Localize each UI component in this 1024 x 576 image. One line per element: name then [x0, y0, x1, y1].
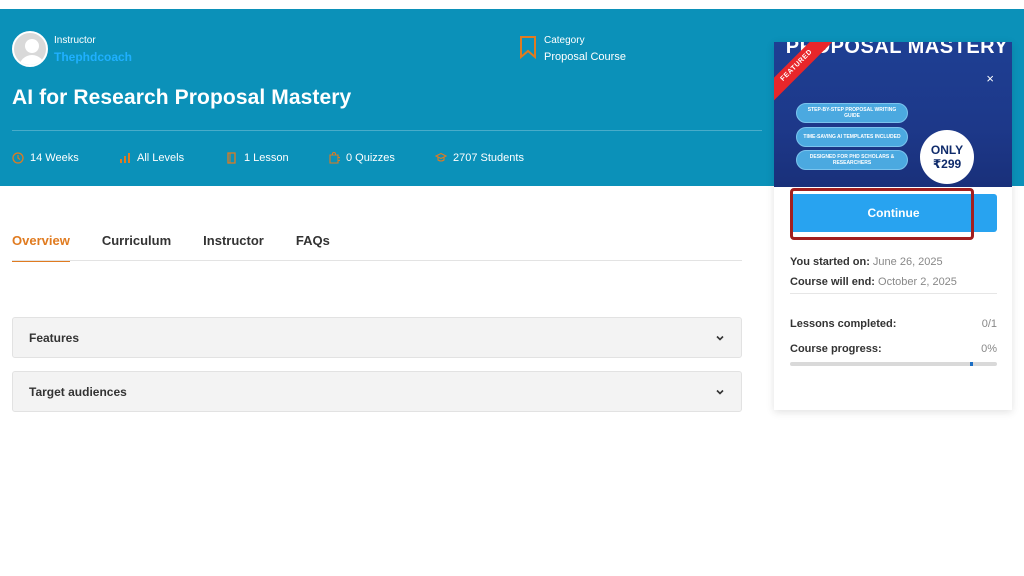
- accordion-target-audiences-label: Target audiences: [29, 384, 127, 399]
- chevron-down-icon: [716, 389, 724, 395]
- course-dates: You started on: June 26, 2025 Course wil…: [790, 252, 957, 292]
- meta-students-text: 2707 Students: [453, 152, 524, 164]
- category-label: Category: [544, 35, 585, 46]
- graduation-cap-icon: [435, 152, 447, 162]
- end-label: Course will end:: [790, 276, 875, 288]
- progress-marker: [970, 362, 973, 366]
- instructor-name-link[interactable]: Thephdcoach: [54, 50, 132, 64]
- progress-bar: [790, 362, 997, 366]
- bookmark-icon: [520, 36, 536, 59]
- tab-curriculum[interactable]: Curriculum: [102, 233, 171, 262]
- lessons-completed-value: 0/1: [981, 318, 997, 330]
- meta-level: All Levels: [119, 152, 184, 164]
- price-badge: ONLY ₹299: [920, 130, 974, 184]
- tabs-divider: [12, 260, 742, 261]
- meta-lessons-text: 1 Lesson: [244, 152, 289, 164]
- meta-quizzes: 0 Quizzes: [328, 152, 395, 164]
- instructor-block: Instructor Thephdcoach: [12, 31, 132, 67]
- book-icon: [227, 152, 236, 164]
- meta-lessons: 1 Lesson: [226, 152, 289, 164]
- card-divider: [790, 293, 997, 294]
- promo-pill: TIME-SAVING AI TEMPLATES INCLUDED: [796, 127, 908, 147]
- tab-instructor[interactable]: Instructor: [203, 233, 264, 262]
- hero-divider: [12, 130, 762, 131]
- lessons-completed-row: Lessons completed: 0/1: [790, 318, 997, 330]
- close-icon[interactable]: ×: [986, 71, 994, 86]
- meta-students: 2707 Students: [435, 152, 524, 164]
- end-value: October 2, 2025: [878, 276, 957, 288]
- course-thumbnail: PROPOSAL MASTERY FEATURED × STEP-BY-STEP…: [774, 42, 1012, 187]
- started-value: June 26, 2025: [872, 256, 943, 268]
- course-sidebar-card: PROPOSAL MASTERY FEATURED × STEP-BY-STEP…: [774, 42, 1012, 410]
- price-amount: ₹299: [932, 157, 962, 171]
- page-title: AI for Research Proposal Mastery: [12, 86, 352, 109]
- meta-level-text: All Levels: [137, 152, 185, 164]
- started-label: You started on:: [790, 256, 870, 268]
- accordion-features-label: Features: [29, 330, 80, 345]
- puzzle-icon: [329, 152, 340, 164]
- category-block: Category Proposal Course: [518, 35, 626, 63]
- top-strip: [0, 0, 1024, 9]
- course-tabs: Overview Curriculum Instructor FAQs: [12, 233, 362, 262]
- clock-icon: [12, 152, 24, 164]
- tab-overview[interactable]: Overview: [12, 233, 70, 262]
- meta-duration: 14 Weeks: [12, 152, 79, 164]
- promo-pill: DESIGNED FOR PHD SCHOLARS & RESEARCHERS: [796, 150, 908, 170]
- meta-quizzes-text: 0 Quizzes: [346, 152, 395, 164]
- chevron-down-icon: [716, 335, 724, 341]
- promo-pill: STEP-BY-STEP PROPOSAL WRITING GUIDE: [796, 103, 908, 123]
- instructor-label: Instructor: [54, 34, 96, 46]
- user-avatar-icon[interactable]: [12, 31, 48, 67]
- course-progress-value: 0%: [981, 343, 997, 355]
- price-only-label: ONLY: [930, 143, 964, 157]
- tab-faqs[interactable]: FAQs: [296, 233, 330, 262]
- bar-chart-icon: [120, 153, 130, 163]
- category-link[interactable]: Proposal Course: [544, 51, 626, 63]
- course-progress-label: Course progress:: [790, 343, 882, 355]
- lessons-completed-label: Lessons completed:: [790, 318, 897, 330]
- meta-duration-text: 14 Weeks: [30, 152, 79, 164]
- accordion-target-audiences[interactable]: Target audiences: [12, 371, 742, 412]
- course-progress-row: Course progress: 0%: [790, 343, 997, 355]
- accordion-features[interactable]: Features: [12, 317, 742, 358]
- continue-button[interactable]: Continue: [790, 194, 997, 232]
